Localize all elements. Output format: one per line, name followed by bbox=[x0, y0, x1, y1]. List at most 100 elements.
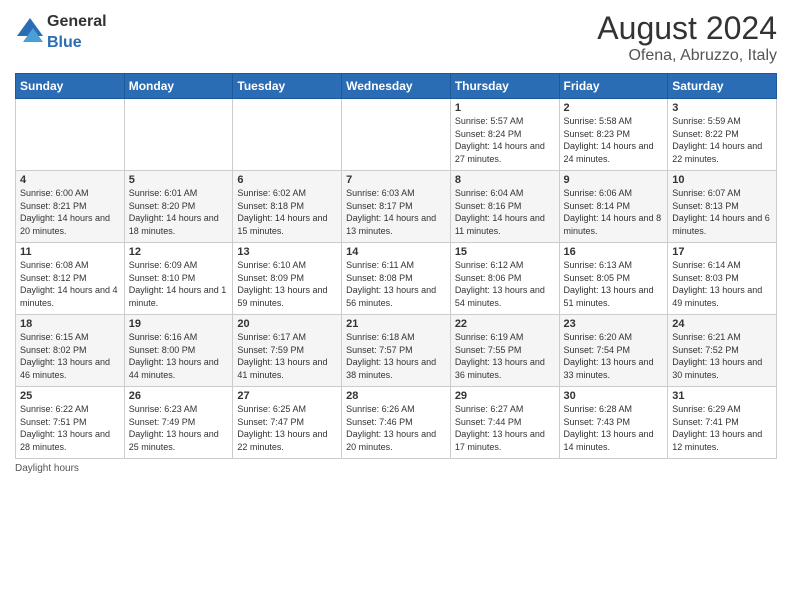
week-row-0: 1Sunrise: 5:57 AM Sunset: 8:24 PM Daylig… bbox=[16, 99, 777, 171]
day-info: Sunrise: 6:14 AM Sunset: 8:03 PM Dayligh… bbox=[672, 259, 772, 309]
day-number: 15 bbox=[455, 246, 555, 258]
calendar-cell: 16Sunrise: 6:13 AM Sunset: 8:05 PM Dayli… bbox=[559, 243, 668, 315]
day-number: 10 bbox=[672, 174, 772, 186]
day-info: Sunrise: 6:21 AM Sunset: 7:52 PM Dayligh… bbox=[672, 331, 772, 381]
day-info: Sunrise: 5:59 AM Sunset: 8:22 PM Dayligh… bbox=[672, 115, 772, 165]
day-info: Sunrise: 5:57 AM Sunset: 8:24 PM Dayligh… bbox=[455, 115, 555, 165]
location-subtitle: Ofena, Abruzzo, Italy bbox=[597, 47, 777, 65]
day-number: 22 bbox=[455, 318, 555, 330]
calendar-cell: 22Sunrise: 6:19 AM Sunset: 7:55 PM Dayli… bbox=[450, 315, 559, 387]
day-number: 29 bbox=[455, 390, 555, 402]
calendar-cell: 19Sunrise: 6:16 AM Sunset: 8:00 PM Dayli… bbox=[124, 315, 233, 387]
page-header: General Blue August 2024 Ofena, Abruzzo,… bbox=[15, 10, 777, 65]
calendar-cell bbox=[233, 99, 342, 171]
header-day-monday: Monday bbox=[124, 74, 233, 99]
header-day-friday: Friday bbox=[559, 74, 668, 99]
day-info: Sunrise: 6:29 AM Sunset: 7:41 PM Dayligh… bbox=[672, 403, 772, 453]
week-row-3: 18Sunrise: 6:15 AM Sunset: 8:02 PM Dayli… bbox=[16, 315, 777, 387]
calendar-cell: 31Sunrise: 6:29 AM Sunset: 7:41 PM Dayli… bbox=[668, 387, 777, 459]
calendar-cell: 6Sunrise: 6:02 AM Sunset: 8:18 PM Daylig… bbox=[233, 171, 342, 243]
calendar-cell bbox=[342, 99, 451, 171]
day-info: Sunrise: 6:20 AM Sunset: 7:54 PM Dayligh… bbox=[564, 331, 664, 381]
header-day-wednesday: Wednesday bbox=[342, 74, 451, 99]
day-info: Sunrise: 6:28 AM Sunset: 7:43 PM Dayligh… bbox=[564, 403, 664, 453]
calendar-cell: 26Sunrise: 6:23 AM Sunset: 7:49 PM Dayli… bbox=[124, 387, 233, 459]
footer-note: Daylight hours bbox=[15, 463, 777, 474]
day-info: Sunrise: 6:23 AM Sunset: 7:49 PM Dayligh… bbox=[129, 403, 229, 453]
calendar-cell: 7Sunrise: 6:03 AM Sunset: 8:17 PM Daylig… bbox=[342, 171, 451, 243]
calendar-cell: 5Sunrise: 6:01 AM Sunset: 8:20 PM Daylig… bbox=[124, 171, 233, 243]
day-number: 11 bbox=[20, 246, 120, 258]
day-number: 13 bbox=[237, 246, 337, 258]
day-number: 8 bbox=[455, 174, 555, 186]
day-info: Sunrise: 6:17 AM Sunset: 7:59 PM Dayligh… bbox=[237, 331, 337, 381]
day-number: 12 bbox=[129, 246, 229, 258]
calendar-cell: 28Sunrise: 6:26 AM Sunset: 7:46 PM Dayli… bbox=[342, 387, 451, 459]
day-info: Sunrise: 6:25 AM Sunset: 7:47 PM Dayligh… bbox=[237, 403, 337, 453]
day-info: Sunrise: 6:04 AM Sunset: 8:16 PM Dayligh… bbox=[455, 187, 555, 237]
day-number: 3 bbox=[672, 102, 772, 114]
day-number: 4 bbox=[20, 174, 120, 186]
day-info: Sunrise: 6:19 AM Sunset: 7:55 PM Dayligh… bbox=[455, 331, 555, 381]
day-number: 7 bbox=[346, 174, 446, 186]
day-info: Sunrise: 6:01 AM Sunset: 8:20 PM Dayligh… bbox=[129, 187, 229, 237]
calendar-cell: 14Sunrise: 6:11 AM Sunset: 8:08 PM Dayli… bbox=[342, 243, 451, 315]
header-row: SundayMondayTuesdayWednesdayThursdayFrid… bbox=[16, 74, 777, 99]
day-number: 17 bbox=[672, 246, 772, 258]
calendar-cell: 21Sunrise: 6:18 AM Sunset: 7:57 PM Dayli… bbox=[342, 315, 451, 387]
calendar-cell: 18Sunrise: 6:15 AM Sunset: 8:02 PM Dayli… bbox=[16, 315, 125, 387]
day-number: 25 bbox=[20, 390, 120, 402]
logo-general-text: General bbox=[47, 13, 107, 30]
calendar-cell: 23Sunrise: 6:20 AM Sunset: 7:54 PM Dayli… bbox=[559, 315, 668, 387]
logo-icon bbox=[15, 16, 45, 46]
day-number: 6 bbox=[237, 174, 337, 186]
week-row-4: 25Sunrise: 6:22 AM Sunset: 7:51 PM Dayli… bbox=[16, 387, 777, 459]
calendar-cell: 10Sunrise: 6:07 AM Sunset: 8:13 PM Dayli… bbox=[668, 171, 777, 243]
day-info: Sunrise: 6:00 AM Sunset: 8:21 PM Dayligh… bbox=[20, 187, 120, 237]
calendar-cell: 20Sunrise: 6:17 AM Sunset: 7:59 PM Dayli… bbox=[233, 315, 342, 387]
day-number: 2 bbox=[564, 102, 664, 114]
calendar-body: 1Sunrise: 5:57 AM Sunset: 8:24 PM Daylig… bbox=[16, 99, 777, 459]
day-number: 31 bbox=[672, 390, 772, 402]
calendar-cell: 15Sunrise: 6:12 AM Sunset: 8:06 PM Dayli… bbox=[450, 243, 559, 315]
calendar-cell: 8Sunrise: 6:04 AM Sunset: 8:16 PM Daylig… bbox=[450, 171, 559, 243]
day-info: Sunrise: 6:26 AM Sunset: 7:46 PM Dayligh… bbox=[346, 403, 446, 453]
day-info: Sunrise: 6:03 AM Sunset: 8:17 PM Dayligh… bbox=[346, 187, 446, 237]
day-info: Sunrise: 6:15 AM Sunset: 8:02 PM Dayligh… bbox=[20, 331, 120, 381]
calendar-cell: 24Sunrise: 6:21 AM Sunset: 7:52 PM Dayli… bbox=[668, 315, 777, 387]
day-number: 24 bbox=[672, 318, 772, 330]
calendar-cell: 25Sunrise: 6:22 AM Sunset: 7:51 PM Dayli… bbox=[16, 387, 125, 459]
calendar-cell bbox=[16, 99, 125, 171]
day-number: 19 bbox=[129, 318, 229, 330]
calendar-cell: 4Sunrise: 6:00 AM Sunset: 8:21 PM Daylig… bbox=[16, 171, 125, 243]
day-number: 20 bbox=[237, 318, 337, 330]
calendar-cell: 17Sunrise: 6:14 AM Sunset: 8:03 PM Dayli… bbox=[668, 243, 777, 315]
day-info: Sunrise: 6:02 AM Sunset: 8:18 PM Dayligh… bbox=[237, 187, 337, 237]
day-info: Sunrise: 6:13 AM Sunset: 8:05 PM Dayligh… bbox=[564, 259, 664, 309]
day-info: Sunrise: 6:10 AM Sunset: 8:09 PM Dayligh… bbox=[237, 259, 337, 309]
calendar-cell: 27Sunrise: 6:25 AM Sunset: 7:47 PM Dayli… bbox=[233, 387, 342, 459]
day-info: Sunrise: 6:16 AM Sunset: 8:00 PM Dayligh… bbox=[129, 331, 229, 381]
day-number: 18 bbox=[20, 318, 120, 330]
day-number: 30 bbox=[564, 390, 664, 402]
calendar-cell: 29Sunrise: 6:27 AM Sunset: 7:44 PM Dayli… bbox=[450, 387, 559, 459]
page-container: General Blue August 2024 Ofena, Abruzzo,… bbox=[0, 0, 792, 484]
calendar-cell: 13Sunrise: 6:10 AM Sunset: 8:09 PM Dayli… bbox=[233, 243, 342, 315]
day-info: Sunrise: 6:06 AM Sunset: 8:14 PM Dayligh… bbox=[564, 187, 664, 237]
week-row-2: 11Sunrise: 6:08 AM Sunset: 8:12 PM Dayli… bbox=[16, 243, 777, 315]
day-number: 1 bbox=[455, 102, 555, 114]
day-info: Sunrise: 6:07 AM Sunset: 8:13 PM Dayligh… bbox=[672, 187, 772, 237]
header-day-sunday: Sunday bbox=[16, 74, 125, 99]
day-info: Sunrise: 6:18 AM Sunset: 7:57 PM Dayligh… bbox=[346, 331, 446, 381]
calendar-cell: 11Sunrise: 6:08 AM Sunset: 8:12 PM Dayli… bbox=[16, 243, 125, 315]
header-day-tuesday: Tuesday bbox=[233, 74, 342, 99]
calendar-cell: 9Sunrise: 6:06 AM Sunset: 8:14 PM Daylig… bbox=[559, 171, 668, 243]
logo-blue-text: Blue bbox=[47, 34, 82, 51]
calendar-cell: 3Sunrise: 5:59 AM Sunset: 8:22 PM Daylig… bbox=[668, 99, 777, 171]
day-info: Sunrise: 6:12 AM Sunset: 8:06 PM Dayligh… bbox=[455, 259, 555, 309]
logo: General Blue bbox=[15, 10, 107, 52]
day-number: 5 bbox=[129, 174, 229, 186]
calendar-header: SundayMondayTuesdayWednesdayThursdayFrid… bbox=[16, 74, 777, 99]
day-number: 28 bbox=[346, 390, 446, 402]
calendar-cell bbox=[124, 99, 233, 171]
